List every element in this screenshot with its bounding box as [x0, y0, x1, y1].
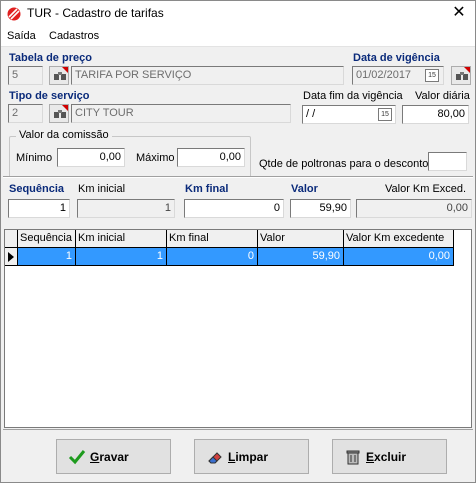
gravar-label: Gravar — [90, 450, 129, 464]
close-icon[interactable]: ✕ — [447, 3, 471, 23]
grid-header-km-inicial[interactable]: Km inicial — [76, 230, 167, 248]
menu-saida[interactable]: Saída — [7, 30, 36, 42]
poltronas-field[interactable] — [428, 152, 467, 171]
row-pointer-icon — [8, 252, 14, 262]
valor-km-label: Valor Km Exced. — [385, 183, 467, 195]
calendar-icon[interactable]: 15 — [378, 108, 392, 121]
title-bar: TUR - Cadastro de tarifas ✕ — [1, 1, 475, 27]
eraser-icon — [208, 452, 222, 464]
grid-cell[interactable]: 1 — [18, 248, 76, 266]
menu-cadastros[interactable]: Cadastros — [49, 30, 99, 42]
km-inicial-field: 1 — [77, 199, 175, 218]
required-marker-icon — [62, 105, 68, 111]
tabela-preco-label: Tabela de preço — [9, 52, 92, 64]
data-fim-value: / / — [306, 108, 316, 120]
km-inicial-label: Km inicial — [78, 183, 126, 195]
km-final-field[interactable]: 0 — [184, 199, 284, 218]
grid-cell[interactable]: 0 — [167, 248, 258, 266]
checkmark-icon — [68, 450, 86, 465]
tabela-preco-name-field: TARIFA POR SERVIÇO — [71, 66, 344, 85]
trash-icon — [346, 450, 360, 465]
grid-cell[interactable]: 1 — [76, 248, 167, 266]
separator — [3, 176, 473, 178]
tabela-preco-search-button[interactable] — [49, 66, 69, 85]
grid-header-valor-km[interactable]: Valor Km excedente — [344, 230, 454, 248]
valor-field[interactable]: 59,90 — [290, 199, 351, 218]
km-final-label: Km final — [185, 183, 229, 195]
tipo-servico-label: Tipo de serviço — [9, 90, 90, 102]
grid-corner — [5, 230, 18, 248]
tipo-servico-name-field: CITY TOUR — [71, 104, 291, 123]
tabela-preco-code-field[interactable]: 5 — [8, 66, 43, 85]
window-title: TUR - Cadastro de tarifas — [27, 6, 164, 20]
sequencia-field[interactable]: 1 — [8, 199, 70, 218]
valor-diaria-field[interactable]: 80,00 — [402, 105, 469, 124]
excluir-label: Excluir — [366, 450, 407, 464]
sequencia-label: Sequência — [9, 183, 65, 195]
tipo-servico-search-button[interactable] — [49, 104, 69, 123]
limpar-label: Limpar — [228, 450, 269, 464]
grid-header-km-final[interactable]: Km final — [167, 230, 258, 248]
comissao-max-field[interactable]: 0,00 — [177, 148, 245, 167]
app-logo-icon — [7, 7, 21, 21]
grid-cell[interactable]: 59,90 — [258, 248, 344, 266]
comissao-groupbox: Valor da comissão Mínimo 0,00 Máximo 0,0… — [9, 129, 251, 178]
data-vigencia-label: Data de vigência — [353, 52, 440, 64]
menu-bar: Saída Cadastros — [1, 27, 475, 47]
excluir-button[interactable]: Excluir — [332, 439, 447, 474]
tarifas-grid[interactable]: Sequência Km inicial Km final Valor Valo… — [4, 229, 472, 428]
grid-header-sequencia[interactable]: Sequência — [18, 230, 76, 248]
poltronas-label: Qtde de poltronas para o desconto — [259, 158, 429, 170]
valor-label: Valor — [291, 183, 318, 195]
row-indicator — [5, 248, 18, 266]
main-window: TUR - Cadastro de tarifas ✕ Saída Cadast… — [0, 0, 476, 483]
grid-cell[interactable]: 0,00 — [344, 248, 454, 266]
comissao-legend: Valor da comissão — [16, 129, 112, 141]
valor-km-field: 0,00 — [356, 199, 472, 218]
grid-header-valor[interactable]: Valor — [258, 230, 344, 248]
comissao-min-field[interactable]: 0,00 — [57, 148, 125, 167]
data-vigencia-value: 01/02/2017 — [356, 69, 412, 81]
comissao-min-label: Mínimo — [16, 152, 53, 164]
comissao-max-label: Máximo — [136, 152, 175, 164]
valor-diaria-label: Valor diária — [415, 90, 470, 102]
data-vigencia-search-button[interactable] — [451, 66, 471, 85]
calendar-icon[interactable]: 15 — [425, 69, 439, 82]
limpar-button[interactable]: Limpar — [194, 439, 309, 474]
required-marker-icon — [62, 67, 68, 73]
data-fim-label: Data fim da vigência — [303, 90, 403, 102]
gravar-button[interactable]: Gravar — [56, 439, 171, 474]
tipo-servico-code-field[interactable]: 2 — [8, 104, 43, 123]
required-marker-icon — [464, 67, 470, 73]
